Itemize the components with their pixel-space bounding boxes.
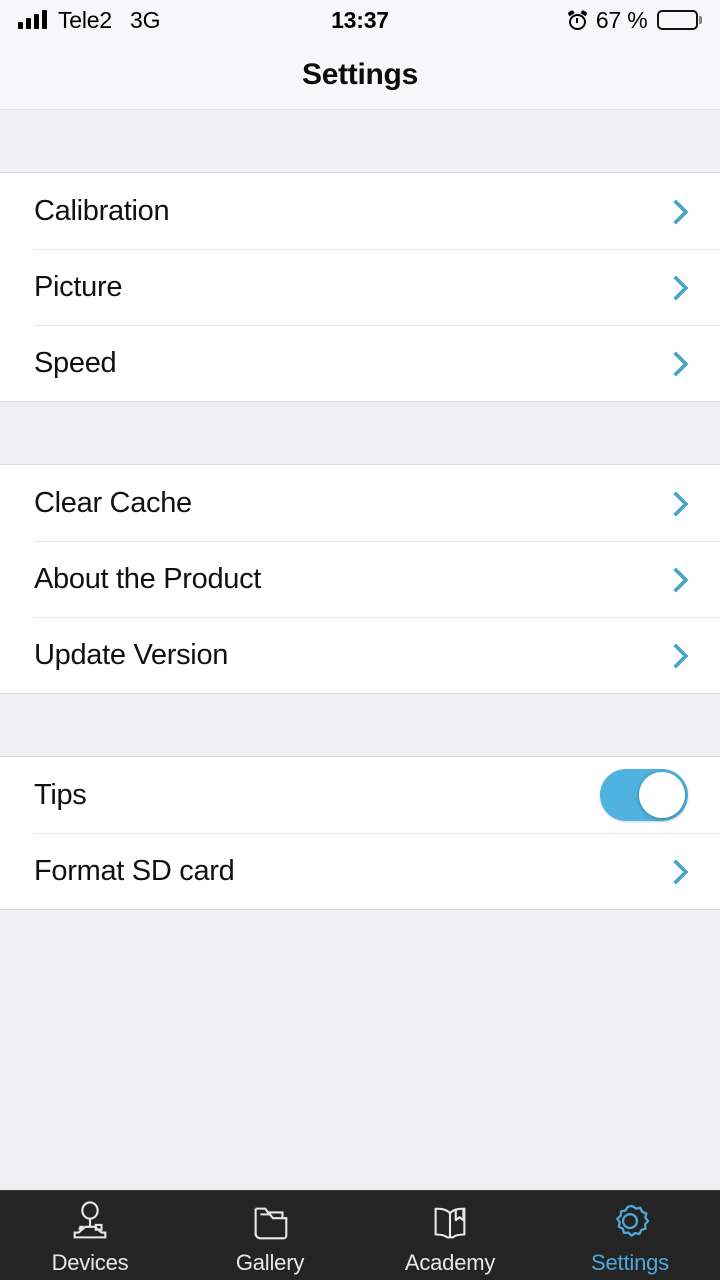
row-label: Calibration (34, 194, 170, 227)
network-type-label: 3G (130, 6, 161, 33)
chevron-right-icon (664, 352, 686, 374)
status-bar: Tele2 3G 13:37 67 % (0, 0, 720, 40)
chevron-right-icon (664, 644, 686, 666)
chevron-right-icon (664, 568, 686, 590)
settings-row-format-sd-card[interactable]: Format SD card (0, 833, 720, 909)
folder-icon (247, 1200, 293, 1246)
signal-strength-icon (18, 10, 47, 29)
tab-gallery[interactable]: Gallery (180, 1191, 360, 1280)
settings-row-speed[interactable]: Speed (0, 325, 720, 401)
settings-group-3: Tips Format SD card (0, 756, 720, 910)
group-spacer (0, 694, 720, 756)
tips-toggle-switch[interactable] (600, 769, 688, 821)
group-spacer (0, 402, 720, 464)
settings-row-calibration[interactable]: Calibration (0, 173, 720, 249)
row-label: Picture (34, 270, 123, 303)
bottom-tab-bar: Devices Gallery Academy Settings (0, 1190, 720, 1280)
list-empty-area (0, 910, 720, 1190)
settings-list: Calibration Picture Speed Clear Cache Ab… (0, 110, 720, 1190)
tab-label: Gallery (235, 1249, 305, 1275)
chevron-right-icon (664, 276, 686, 298)
carrier-label: Tele2 (58, 6, 112, 33)
status-bar-left: Tele2 3G (18, 7, 160, 34)
row-label: About the Product (34, 562, 262, 595)
row-label: Clear Cache (34, 486, 192, 519)
settings-row-tips[interactable]: Tips (0, 757, 720, 833)
battery-percent-label: 67 % (595, 6, 648, 33)
settings-row-about-the-product[interactable]: About the Product (0, 541, 720, 617)
row-label: Format SD card (34, 854, 235, 887)
joystick-icon (67, 1200, 113, 1246)
chevron-right-icon (664, 860, 686, 882)
status-bar-right: 67 % (567, 6, 702, 34)
toggle-knob (639, 772, 685, 818)
row-label: Update Version (34, 638, 229, 671)
tab-academy[interactable]: Academy (360, 1191, 540, 1280)
settings-group-1: Calibration Picture Speed (0, 172, 720, 402)
row-label: Speed (34, 346, 117, 379)
tab-label: Devices (51, 1249, 129, 1275)
app-screen: Tele2 3G 13:37 67 % Settings Calibration (0, 0, 720, 1280)
settings-group-2: Clear Cache About the Product Update Ver… (0, 464, 720, 694)
tab-devices[interactable]: Devices (0, 1191, 180, 1280)
gear-icon (607, 1200, 653, 1246)
battery-icon (656, 10, 702, 30)
chevron-right-icon (664, 492, 686, 514)
chevron-right-icon (664, 200, 686, 222)
group-spacer (0, 110, 720, 172)
settings-row-picture[interactable]: Picture (0, 249, 720, 325)
tab-label: Academy (404, 1249, 496, 1275)
tab-settings[interactable]: Settings (540, 1191, 720, 1280)
alarm-clock-icon (567, 9, 588, 30)
page-title: Settings (302, 57, 418, 91)
tab-label: Settings (591, 1249, 669, 1275)
row-label: Tips (34, 778, 87, 811)
settings-row-update-version[interactable]: Update Version (0, 617, 720, 693)
settings-row-clear-cache[interactable]: Clear Cache (0, 465, 720, 541)
navigation-bar: Settings (0, 40, 720, 110)
book-bookmark-icon (427, 1200, 473, 1246)
